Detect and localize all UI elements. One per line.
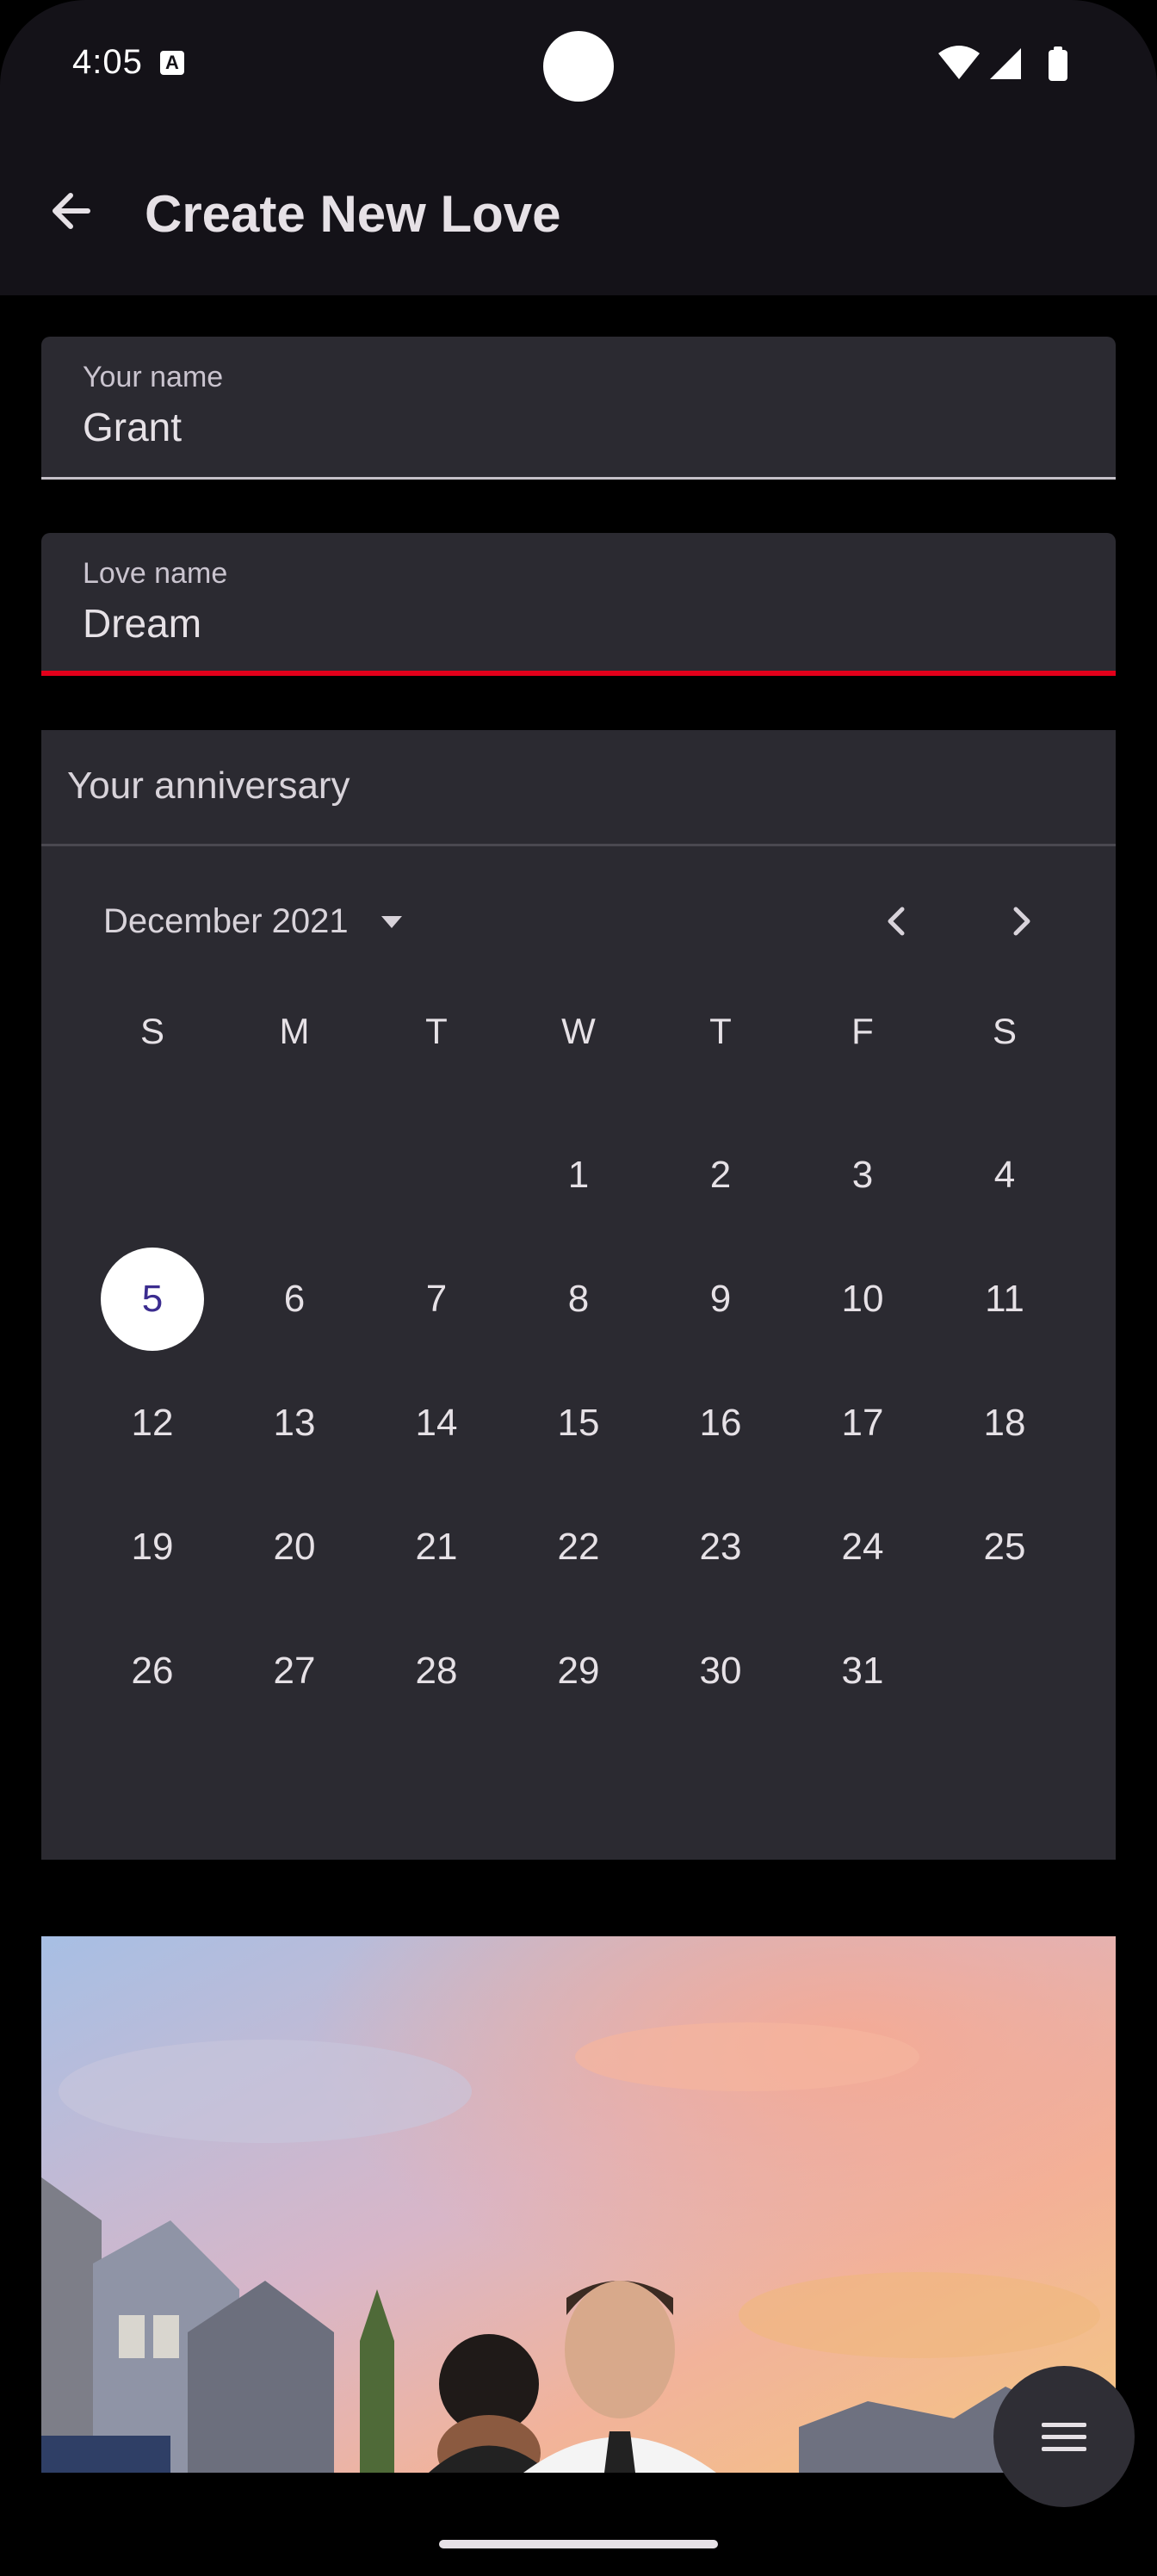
calendar-day[interactable]: 18 (953, 1372, 1056, 1475)
calendar-day[interactable]: 13 (243, 1372, 346, 1475)
your-name-field[interactable]: Your name (41, 337, 1116, 480)
your-name-label: Your name (83, 361, 224, 393)
your-name-input[interactable] (83, 404, 1030, 450)
calendar-day[interactable]: 2 (669, 1124, 772, 1227)
calendar-day[interactable]: 24 (811, 1495, 914, 1599)
status-time: 4:05 (72, 43, 143, 81)
anniversary-calendar: Your anniversary December 2021 S M T W T F S 1… (41, 730, 1116, 1860)
weekday-label: W (561, 1011, 596, 1051)
weekday-label: F (851, 1011, 874, 1051)
calendar-day[interactable]: 28 (385, 1619, 488, 1723)
love-name-field[interactable]: Love name (41, 533, 1116, 676)
calendar-day[interactable]: 9 (669, 1248, 772, 1351)
love-name-input[interactable] (83, 600, 1030, 647)
calendar-day[interactable]: 21 (385, 1495, 488, 1599)
calendar-day[interactable]: 29 (527, 1619, 630, 1723)
calendar-day[interactable]: 14 (385, 1372, 488, 1475)
month-year-selector[interactable]: December 2021 (103, 895, 409, 947)
weekday-label: S (992, 1011, 1017, 1051)
calendar-day[interactable]: 10 (811, 1248, 914, 1351)
calendar-day[interactable]: 20 (243, 1495, 346, 1599)
calendar-day[interactable]: 4 (953, 1124, 1056, 1227)
weekday-label: T (425, 1011, 448, 1051)
cell-signal-icon (990, 48, 1021, 79)
device-screen: 4:05 A Create New Love Your name Love na… (0, 0, 1157, 2576)
calendar-day[interactable]: 6 (243, 1248, 346, 1351)
calendar-day[interactable]: 31 (811, 1619, 914, 1723)
page-title: Create New Love (145, 185, 561, 243)
chevron-left-icon[interactable] (864, 889, 930, 954)
menu-icon (1042, 2423, 1086, 2451)
calendar-day[interactable]: 15 (527, 1372, 630, 1475)
weekday-label: M (279, 1011, 310, 1051)
love-name-label: Love name (83, 557, 228, 590)
calendar-day[interactable]: 11 (953, 1248, 1056, 1351)
calendar-day[interactable]: 12 (101, 1372, 204, 1475)
divider (41, 844, 1116, 846)
weekday-label: S (139, 1011, 164, 1051)
calendar-day[interactable]: 27 (243, 1619, 346, 1723)
calendar-day[interactable]: 8 (527, 1248, 630, 1351)
weekday-label: T (709, 1011, 732, 1051)
calendar-day[interactable]: 30 (669, 1619, 772, 1723)
menu-button[interactable] (993, 2366, 1135, 2507)
calendar-day[interactable]: 23 (669, 1495, 772, 1599)
top-app-bar: 4:05 A Create New Love (0, 0, 1157, 295)
status-icons (938, 46, 1067, 81)
calendar-day[interactable]: 26 (101, 1619, 204, 1723)
calendar-day[interactable]: 17 (811, 1372, 914, 1475)
calendar-day[interactable]: 1 (527, 1124, 630, 1227)
month-year-label: December 2021 (103, 901, 349, 940)
calendar-day-selected[interactable]: 5 (101, 1248, 204, 1351)
couple-photo (41, 1936, 1116, 2473)
wifi-icon (938, 46, 980, 79)
chevron-right-icon[interactable] (988, 889, 1054, 954)
dropdown-arrow-icon (381, 916, 402, 928)
home-indicator[interactable] (439, 2540, 718, 2548)
calendar-day[interactable]: 22 (527, 1495, 630, 1599)
camera-cutout (543, 31, 614, 102)
arrow-left-icon[interactable] (38, 176, 107, 245)
calendar-day[interactable]: 25 (953, 1495, 1056, 1599)
calendar-day[interactable]: 16 (669, 1372, 772, 1475)
battery-icon (1049, 46, 1067, 81)
calendar-day[interactable]: 7 (385, 1248, 488, 1351)
calendar-day[interactable]: 19 (101, 1495, 204, 1599)
calendar-header: Your anniversary (67, 765, 350, 807)
a-box-icon: A (160, 51, 184, 75)
calendar-day[interactable]: 3 (811, 1124, 914, 1227)
